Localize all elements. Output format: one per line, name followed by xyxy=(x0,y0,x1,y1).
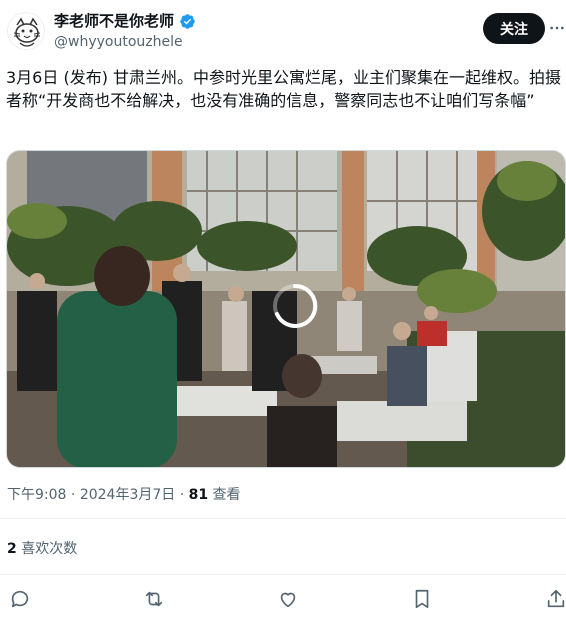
bookmark-icon[interactable] xyxy=(411,588,435,612)
author-info: 李老师不是你老师 @whyyoutouzhele xyxy=(54,11,196,52)
author-handle[interactable]: @whyyoutouzhele xyxy=(54,32,196,52)
verified-badge-icon xyxy=(179,13,196,30)
tweet-date[interactable]: 2024年3月7日 xyxy=(80,487,175,503)
likes-count: 2 xyxy=(7,541,17,557)
meta-separator: · xyxy=(175,487,189,503)
tweet-time[interactable]: 下午9:08 xyxy=(7,487,66,503)
avatar[interactable] xyxy=(7,12,45,50)
retweet-icon[interactable] xyxy=(143,588,167,612)
views-label: 查看 xyxy=(208,487,241,503)
display-name[interactable]: 李老师不是你老师 xyxy=(54,11,174,31)
share-icon[interactable] xyxy=(545,588,566,612)
loading-spinner-icon xyxy=(270,281,320,331)
divider xyxy=(0,574,566,575)
tweet-header: 李老师不是你老师 @whyyoutouzhele 关注 xyxy=(0,0,566,62)
follow-button[interactable]: 关注 xyxy=(483,13,545,44)
tweet-metadata: 下午9:08 · 2024年3月7日 · 81 查看 xyxy=(7,486,241,504)
name-row: 李老师不是你老师 xyxy=(54,11,196,31)
tweet-text: 3月6日 (发布) 甘肃兰州。中参时光里公寓烂尾，业主们聚集在一起维权。拍摄者称… xyxy=(6,68,562,110)
action-bar xyxy=(0,586,566,614)
video-player[interactable] xyxy=(6,150,566,468)
meta-separator: · xyxy=(66,487,80,503)
divider xyxy=(0,518,566,519)
likes-summary[interactable]: 2 喜欢次数 xyxy=(7,540,77,558)
more-horizontal-icon[interactable] xyxy=(549,18,565,38)
heart-icon[interactable] xyxy=(277,588,301,612)
reply-icon[interactable] xyxy=(9,588,33,612)
likes-label: 喜欢次数 xyxy=(16,541,78,557)
views-count: 81 xyxy=(188,487,209,503)
